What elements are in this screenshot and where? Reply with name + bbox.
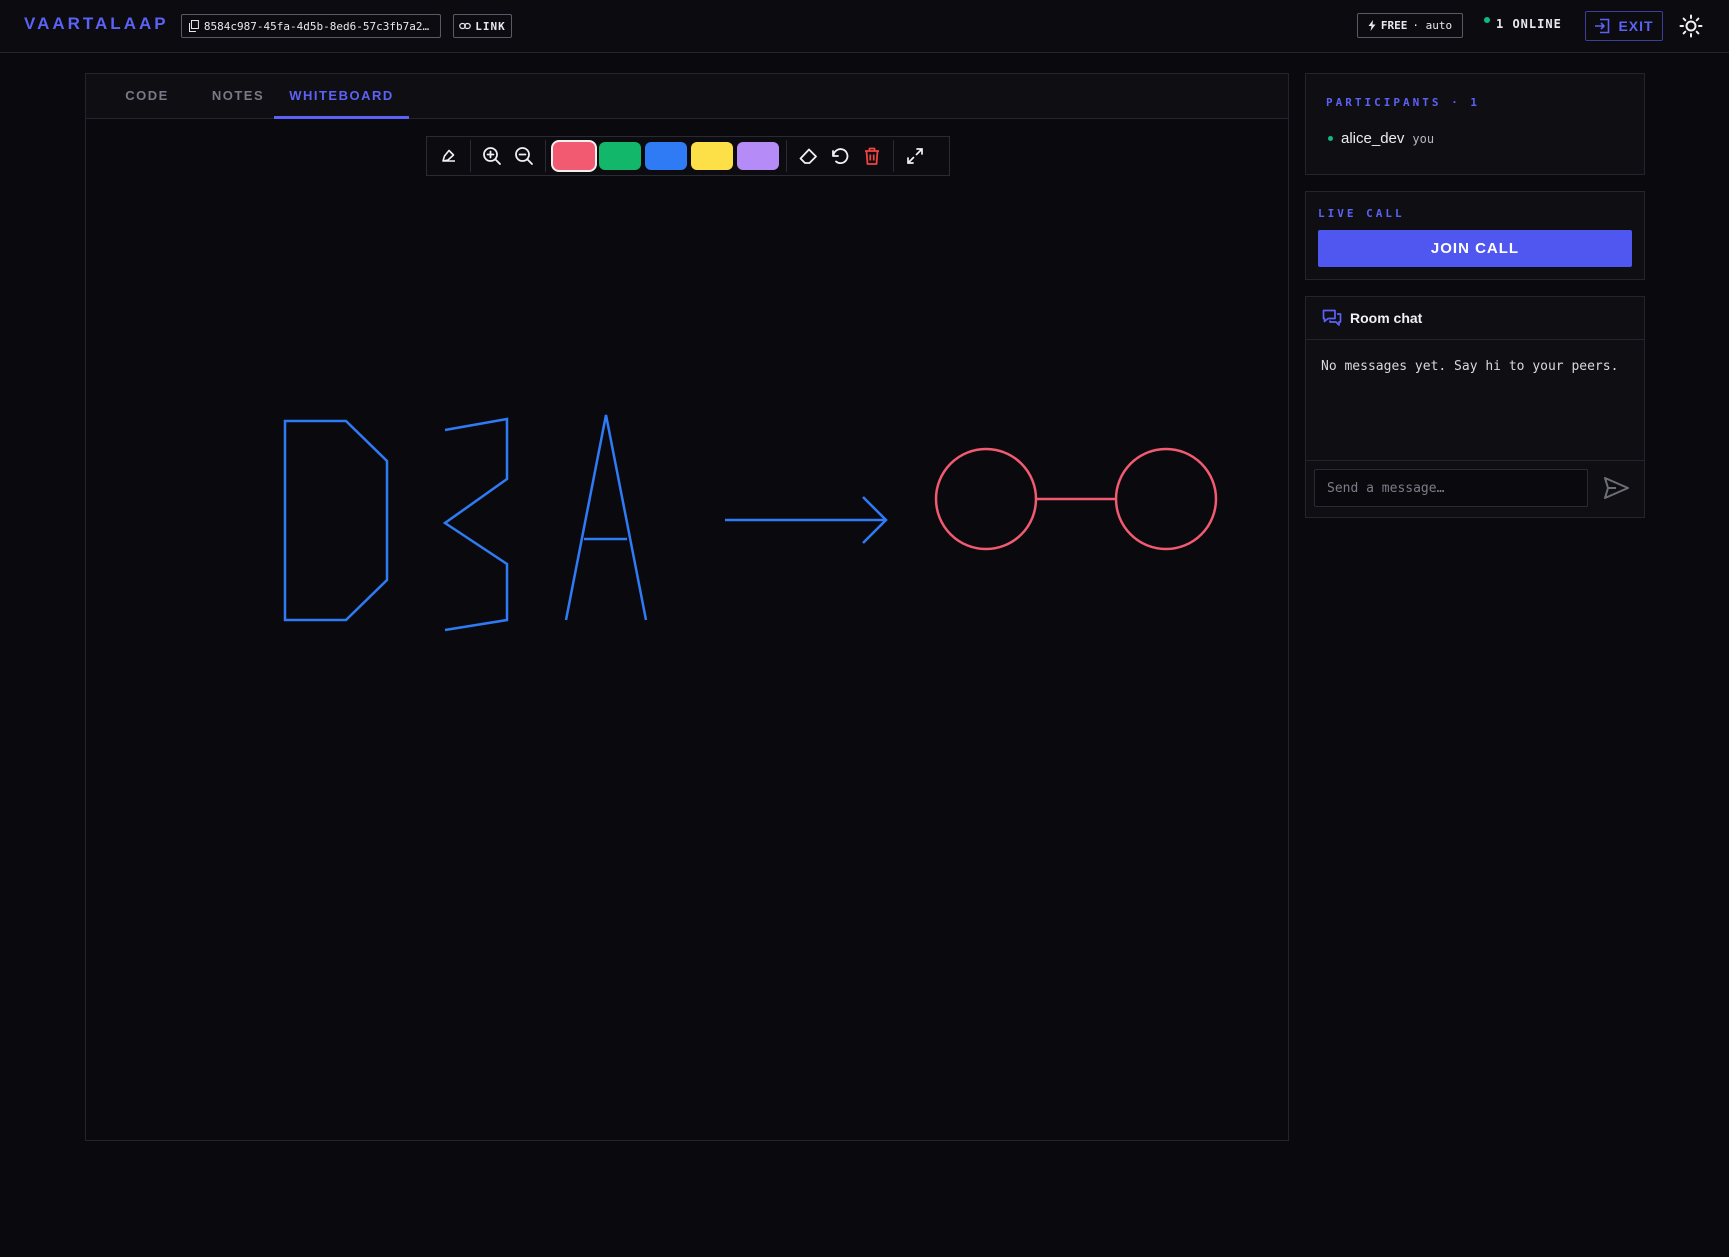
online-indicator: 1 ONLINE [1484,17,1562,31]
online-count: 1 ONLINE [1496,17,1562,31]
tab-code[interactable]: CODE [104,74,190,119]
workspace-panel: CODE NOTES WHITEBOARD [85,73,1289,1141]
drawn-arrow [725,496,888,544]
participants-panel: PARTICIPANTS · 1 alice_dev you [1305,73,1645,175]
join-call-button[interactable]: JOIN CALL [1318,230,1632,267]
chat-header: Room chat [1306,297,1644,340]
chat-title: Room chat [1350,310,1423,326]
room-id-copy-button[interactable]: 8584c987-45fa-4d5b-8ed6-57c3fb7a20… [181,14,441,38]
room-id-text: 8584c987-45fa-4d5b-8ed6-57c3fb7a20… [203,19,434,33]
chat-composer [1306,460,1644,518]
copy-icon [188,20,199,32]
chat-icon [1322,309,1342,326]
online-dot [1328,136,1333,141]
drawn-letter-d [283,419,389,622]
plan-mode: · auto [1412,19,1453,32]
tab-notes[interactable]: NOTES [190,74,286,119]
copy-link-button[interactable]: LINK [453,14,512,38]
exit-button[interactable]: EXIT [1585,11,1663,41]
bolt-icon [1368,20,1376,31]
drawn-letter-3 [442,417,509,632]
exit-icon [1595,18,1610,34]
tab-bar: CODE NOTES WHITEBOARD [86,74,1288,119]
live-call-panel: LIVE CALL JOIN CALL [1305,191,1645,280]
online-dot [1484,17,1490,23]
top-bar: VAARTALAAP 8584c987-45fa-4d5b-8ed6-57c3f… [0,0,1729,53]
send-icon[interactable] [1602,475,1630,501]
tab-whiteboard[interactable]: WHITEBOARD [274,74,409,119]
link-icon [459,22,472,30]
live-call-title: LIVE CALL [1318,207,1405,220]
room-chat-panel: Room chat No messages yet. Say hi to you… [1305,296,1645,518]
drawn-circle-right [1114,447,1218,551]
drawn-letter-a [564,414,648,621]
participant-you-tag: you [1412,131,1435,146]
participants-title: PARTICIPANTS · 1 [1326,96,1480,109]
link-label: LINK [475,19,506,33]
plan-label: FREE [1380,19,1408,32]
drawn-circle-left [934,447,1038,551]
participant-name: alice_dev [1341,130,1405,147]
plan-badge: FREE · auto [1357,13,1463,38]
exit-label: EXIT [1618,18,1654,34]
chat-empty-message: No messages yet. Say hi to your peers. [1321,359,1619,374]
chat-message-input[interactable] [1314,469,1588,507]
whiteboard-canvas[interactable] [86,120,1288,1140]
participant-item: alice_dev you [1328,130,1434,147]
sun-icon[interactable] [1679,14,1703,38]
app-logo[interactable]: VAARTALAAP [24,14,169,34]
